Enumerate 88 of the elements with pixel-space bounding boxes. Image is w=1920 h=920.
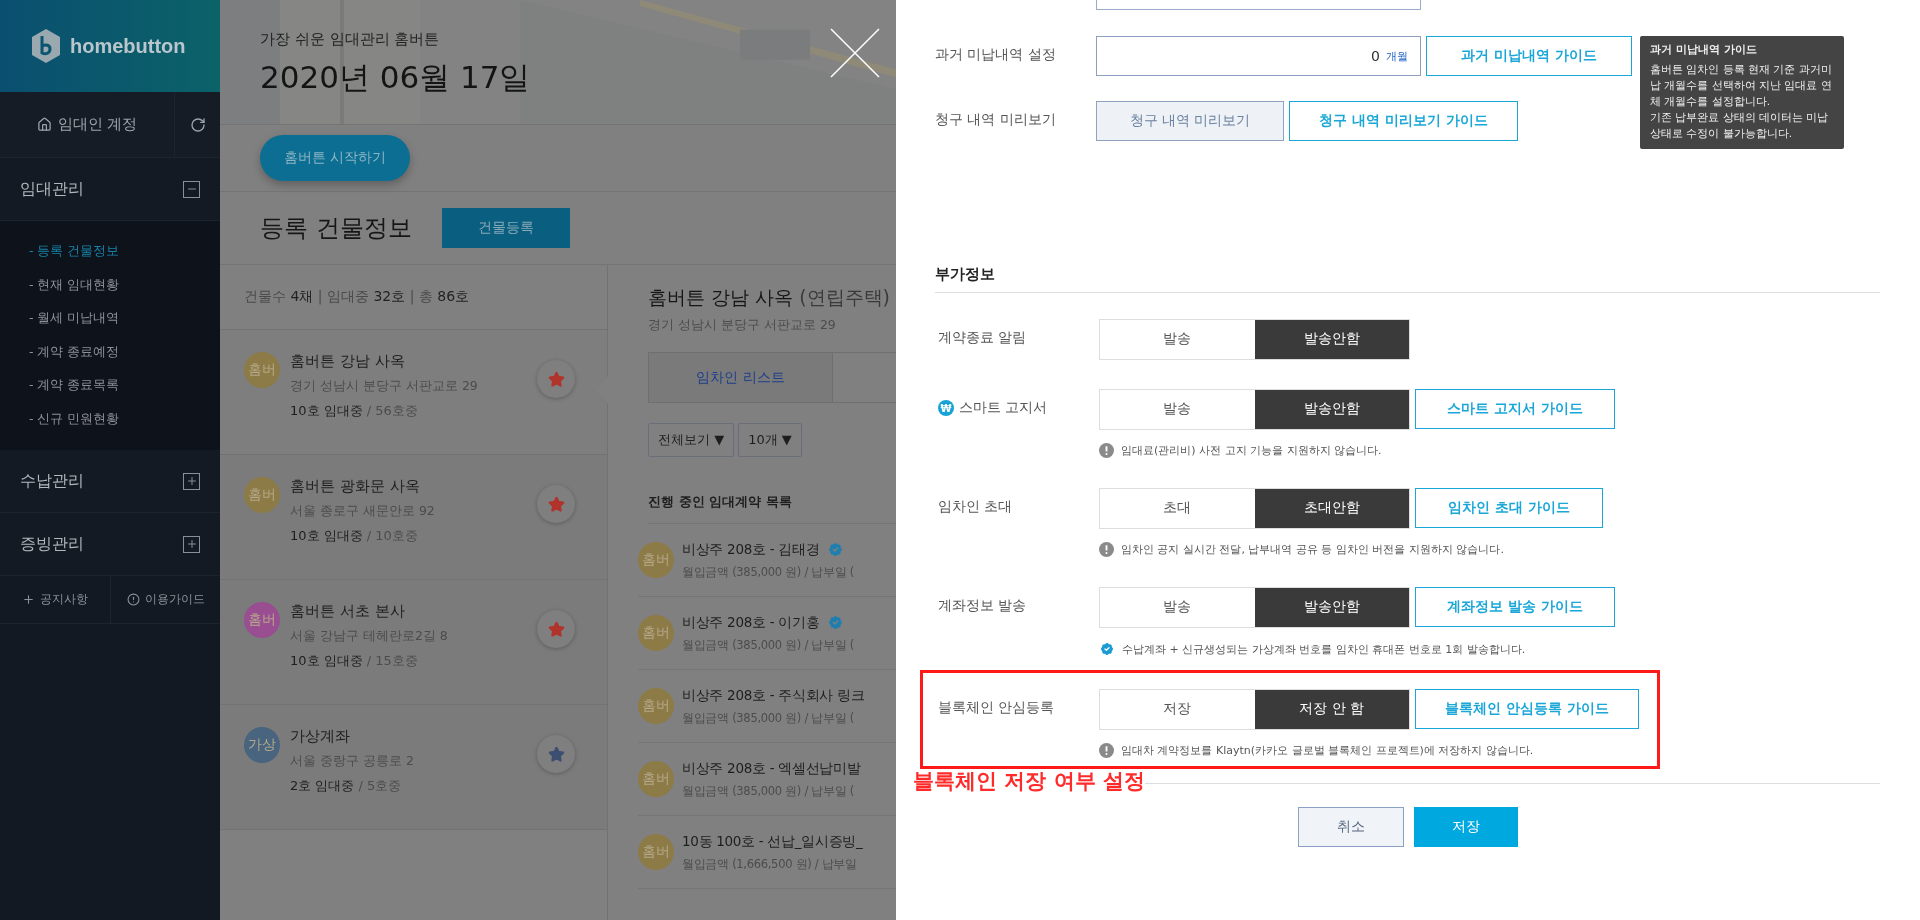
building-avatar: 홈버 bbox=[244, 477, 280, 513]
register-button[interactable]: 건물등록 bbox=[441, 208, 570, 248]
logo-icon bbox=[30, 28, 62, 64]
submenu-item[interactable]: - 계약 종료예정 bbox=[0, 335, 220, 369]
guide-button[interactable]: 스마트 고지서 가이드 bbox=[1415, 389, 1615, 429]
filter-dropdown[interactable]: 10개 ▼ bbox=[738, 423, 802, 457]
save-button[interactable]: 저장 bbox=[1414, 807, 1518, 847]
favorite-button[interactable] bbox=[537, 735, 575, 773]
warning-icon bbox=[1099, 743, 1114, 758]
header-subtitle: 가장 쉬운 임대관리 홈버튼 bbox=[260, 30, 441, 49]
contract-avatar: 홈버 bbox=[638, 761, 674, 797]
won-icon: ₩ bbox=[938, 400, 954, 416]
note-text: 수납계좌 + 신규생성되는 가상계좌 번호를 임차인 휴대폰 번호로 1회 발송합니다. bbox=[1122, 641, 1526, 657]
filter-dropdown[interactable]: 전체보기 ▼ bbox=[648, 423, 735, 457]
toggle-option[interactable]: 발송안함 bbox=[1254, 389, 1409, 429]
contract-avatar: 홈버 bbox=[638, 542, 674, 578]
warning-icon bbox=[1099, 443, 1114, 458]
section-heading: 부가정보 bbox=[935, 265, 1880, 293]
tooltip-title: 과거 미납내역 가이드 bbox=[1650, 42, 1758, 58]
setting-label: 스마트 고지서 bbox=[959, 399, 1048, 417]
guide-button[interactable]: 임차인 초대 가이드 bbox=[1415, 488, 1603, 528]
building-name: 가상계좌 bbox=[290, 727, 351, 746]
guide-button[interactable]: 계좌정보 발송 가이드 bbox=[1415, 587, 1615, 627]
building-name: 홈버튼 강남 사옥 bbox=[290, 352, 406, 371]
setting-label: 과거 미납내역 설정 bbox=[935, 46, 1056, 64]
submenu-item[interactable]: - 계약 종료목록 bbox=[0, 369, 220, 403]
toggle-option[interactable]: 저장 안 함 bbox=[1254, 689, 1409, 729]
contract-title[interactable]: 비상주 208호 - 이기홍 bbox=[682, 613, 820, 632]
contract-avatar: 홈버 bbox=[638, 615, 674, 651]
close-icon[interactable] bbox=[830, 28, 880, 78]
contract-title[interactable]: 비상주 208호 - 주식회사 링크 bbox=[682, 686, 865, 705]
warning-icon bbox=[1099, 542, 1114, 557]
toggle-option[interactable]: 발송안함 bbox=[1254, 319, 1409, 359]
setting-label: 계좌정보 발송 bbox=[938, 597, 1027, 615]
input-field[interactable] bbox=[1096, 0, 1421, 10]
tooltip-text: 홈버튼 임차인 등록 현재 기준 과거미납 개월수를 선택하여 지난 임대료 연체 개월수를 설정합니다. bbox=[1650, 62, 1833, 109]
start-button[interactable]: 홈버튼 시작하기 bbox=[260, 135, 411, 181]
preview-button[interactable]: 청구 내역 미리보기 bbox=[1096, 101, 1284, 141]
footer-link[interactable]: 공지사항 bbox=[0, 576, 110, 623]
building-name: 홈버튼 광화문 사옥 bbox=[290, 477, 421, 496]
check-badge-icon bbox=[1099, 641, 1115, 657]
building-name: 홈버튼 서초 본사 bbox=[290, 602, 406, 621]
info-icon bbox=[126, 593, 140, 606]
building-title: 홈버튼 강남 사옥 (연립주택) bbox=[648, 285, 891, 310]
guide-button[interactable]: 과거 미납내역 가이드 bbox=[1426, 36, 1632, 76]
favorite-button[interactable] bbox=[537, 360, 575, 398]
logo-text: homebutton bbox=[70, 34, 186, 58]
contract-avatar: 홈버 bbox=[638, 834, 674, 870]
submenu-item[interactable]: - 월세 미납내역 bbox=[0, 302, 220, 336]
verified-icon bbox=[827, 541, 845, 558]
contract-title[interactable]: 비상주 208호 - 엑셀선납미발 bbox=[682, 759, 861, 778]
guide-button[interactable]: 청구 내역 미리보기 가이드 bbox=[1289, 101, 1518, 141]
home-icon bbox=[36, 117, 52, 132]
tooltip-text: 기존 납부완료 상태의 데이터는 미납 상태로 수정이 불가능합니다. bbox=[1650, 110, 1830, 141]
note-text: 임차인 공지 실시간 전달, 납부내역 공유 등 임차인 버전을 지원하지 않습니다. bbox=[1121, 542, 1504, 557]
note-text: 임대차 계약정보를 Klaytn(카카오 글로벌 블록체인 프로젝트)에 저장하지 않습니다. bbox=[1121, 743, 1534, 758]
guide-button[interactable]: 블록체인 안심등록 가이드 bbox=[1415, 689, 1639, 729]
building-avatar: 홈버 bbox=[244, 352, 280, 388]
submenu-item[interactable]: - 등록 건물정보 bbox=[0, 235, 220, 269]
date-title: 2020년 06월 17일 bbox=[260, 58, 532, 97]
unit-label: 개월 bbox=[1386, 48, 1408, 64]
setting-label: 임차인 초대 bbox=[938, 498, 1013, 516]
submenu-item[interactable]: - 신규 민원현황 bbox=[0, 402, 220, 436]
plus-icon bbox=[22, 593, 35, 606]
note-text: 임대료(관리비) 사전 고지 기능을 지원하지 않습니다. bbox=[1121, 443, 1382, 458]
months-field[interactable]: 0 개월 bbox=[1096, 36, 1421, 76]
setting-label: 계약종료 알림 bbox=[938, 329, 1027, 347]
collapse-icon bbox=[183, 180, 200, 198]
refresh-icon[interactable] bbox=[189, 116, 206, 133]
submenu-item[interactable]: - 현재 임대현황 bbox=[0, 268, 220, 302]
toggle-option[interactable]: 초대안함 bbox=[1254, 488, 1409, 528]
favorite-button[interactable] bbox=[537, 485, 575, 523]
expand-icon bbox=[183, 535, 200, 553]
toggle-option[interactable]: 발송안함 bbox=[1254, 587, 1409, 627]
setting-label: 블록체인 안심등록 bbox=[938, 699, 1055, 717]
contract-title[interactable]: 10동 100호 - 선납_일시증빙_ bbox=[682, 832, 863, 851]
contract-avatar: 홈버 bbox=[638, 688, 674, 724]
section-title: 등록 건물정보 bbox=[260, 213, 412, 244]
expand-icon bbox=[183, 472, 200, 490]
cancel-button[interactable]: 취소 bbox=[1298, 807, 1404, 847]
annotation-text: 블록체인 저장 여부 설정 bbox=[913, 768, 1145, 795]
building-avatar: 홈버 bbox=[244, 602, 280, 638]
setting-label: 청구 내역 미리보기 bbox=[935, 111, 1056, 129]
verified-icon bbox=[827, 614, 845, 631]
contract-title[interactable]: 비상주 208호 - 김태경 bbox=[682, 540, 820, 559]
field-value: 0 bbox=[1371, 48, 1380, 64]
building-avatar: 가상 bbox=[244, 727, 280, 763]
favorite-button[interactable] bbox=[537, 610, 575, 648]
